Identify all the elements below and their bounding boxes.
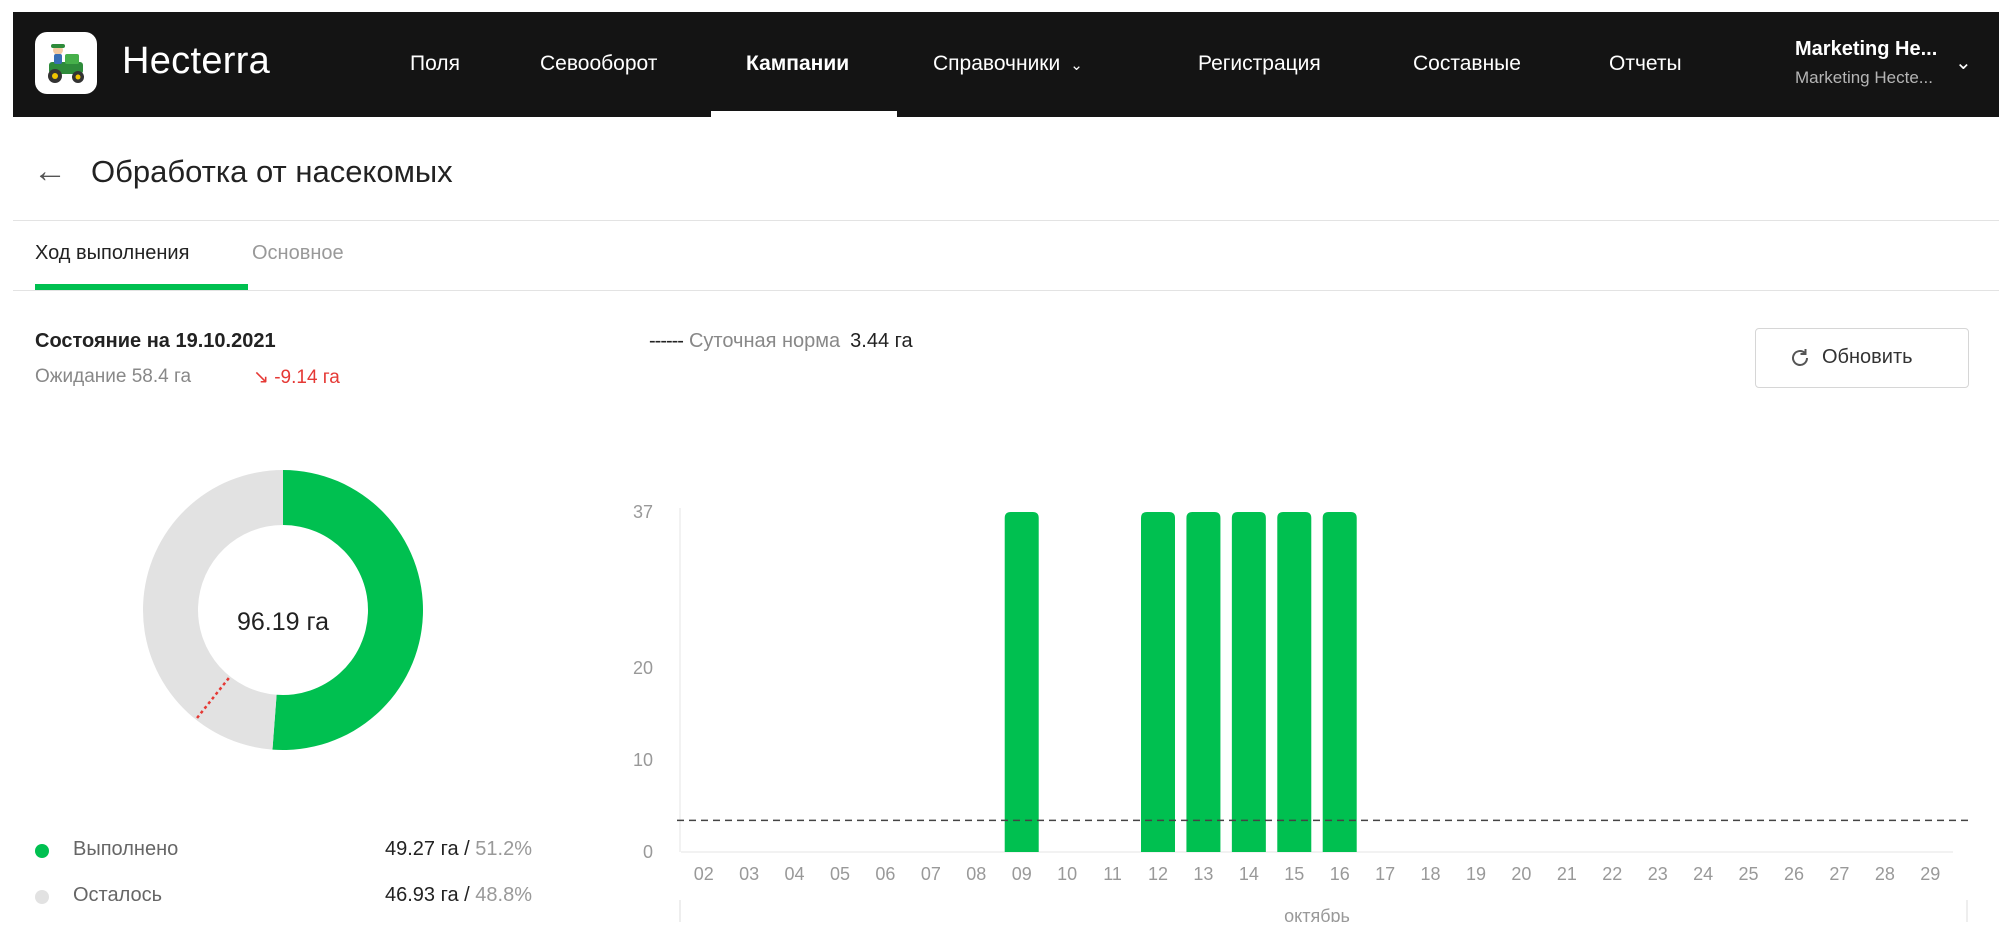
nav-references[interactable]: Справочники ⌄ xyxy=(933,52,1083,76)
nav-reports[interactable]: Отчеты xyxy=(1609,52,1682,76)
legend-label-done: Выполнено xyxy=(73,838,179,860)
x-tick-label: 03 xyxy=(739,864,759,884)
legend-area-done: 49.27 га xyxy=(385,838,459,860)
nav-fields[interactable]: Поля xyxy=(410,52,460,76)
y-tick-label: 10 xyxy=(633,750,653,770)
nav-composite[interactable]: Составные xyxy=(1413,52,1521,76)
daily-norm-legend: ------ Суточная норма 3.44 га xyxy=(649,330,913,353)
x-tick-label: 17 xyxy=(1375,864,1395,884)
y-tick-label: 37 xyxy=(633,502,653,522)
expected-area: Ожидание 58.4 га xyxy=(35,366,192,387)
legend-value-remaining: 46.93 га / 48.8% xyxy=(385,884,532,906)
chevron-down-icon: ⌄ xyxy=(1070,57,1083,74)
x-tick-label: 15 xyxy=(1284,864,1304,884)
legend-row-done: Выполнено 49.27 га / 51.2% xyxy=(35,838,555,866)
y-tick-label: 0 xyxy=(643,842,653,862)
x-tick-label: 04 xyxy=(785,864,805,884)
nav-crop-rotation[interactable]: Севооборот xyxy=(540,52,657,76)
user-organization[interactable]: Marketing Hecte... xyxy=(1795,68,1933,88)
x-tick-label: 05 xyxy=(830,864,850,884)
x-tick-label: 29 xyxy=(1920,864,1940,884)
refresh-button[interactable]: Обновить xyxy=(1755,328,1969,388)
divider xyxy=(13,290,1999,291)
daily-norm-value: 3.44 га xyxy=(850,330,913,352)
x-tick-label: 24 xyxy=(1693,864,1713,884)
legend-area-remaining: 46.93 га xyxy=(385,884,459,906)
deviation: ↘ -9.14 га xyxy=(253,366,340,389)
refresh-label: Обновить xyxy=(1822,346,1913,368)
legend-pct-done: 51.2% xyxy=(475,838,532,860)
bar-09[interactable] xyxy=(1004,512,1039,852)
x-tick-label: 07 xyxy=(921,864,941,884)
x-tick-label: 21 xyxy=(1557,864,1577,884)
bar-16[interactable] xyxy=(1322,512,1357,852)
x-tick-label: 10 xyxy=(1057,864,1077,884)
x-tick-label: 23 xyxy=(1648,864,1668,884)
x-tick-label: 08 xyxy=(966,864,986,884)
state-date-heading: Состояние на 19.10.2021 xyxy=(35,330,276,352)
x-tick-label: 28 xyxy=(1875,864,1895,884)
bar-13[interactable] xyxy=(1186,512,1221,852)
bar-15[interactable] xyxy=(1277,512,1312,852)
back-arrow-icon[interactable]: ← xyxy=(33,152,67,191)
daily-progress-bar-chart: 0 10 20 37 02 03 04 05 06 07 08 09 10 11 12 13 14 15 16 17 1… xyxy=(633,502,1969,922)
tab-progress[interactable]: Ход выполнения xyxy=(35,242,189,265)
tab-general[interactable]: Основное xyxy=(252,242,344,265)
nav-references-label: Справочники xyxy=(933,52,1061,75)
divider xyxy=(13,220,1999,221)
x-tick-label: 20 xyxy=(1511,864,1531,884)
refresh-icon xyxy=(1792,349,1808,366)
hecterra-logo-icon[interactable] xyxy=(35,32,97,94)
x-tick-label: 19 xyxy=(1466,864,1486,884)
nav-registration[interactable]: Регистрация xyxy=(1198,52,1321,76)
x-tick-label: 09 xyxy=(1012,864,1032,884)
user-name[interactable]: Marketing He... xyxy=(1795,38,1937,61)
nav-campaigns[interactable]: Кампании xyxy=(746,52,849,76)
x-tick-label: 25 xyxy=(1739,864,1759,884)
bar-14[interactable] xyxy=(1231,512,1266,852)
nav-active-indicator xyxy=(711,111,897,117)
legend-label-remaining: Осталось xyxy=(73,884,163,906)
x-tick-label: 18 xyxy=(1421,864,1441,884)
deviation-value: -9.14 га xyxy=(274,367,340,388)
y-tick-label: 20 xyxy=(633,658,653,678)
daily-norm-label: Суточная норма xyxy=(688,330,841,352)
top-navigation: Hecterra Поля Севооборот Кампании Справо… xyxy=(13,12,1999,117)
x-tick-label: 11 xyxy=(1103,864,1122,884)
x-tick-label: 06 xyxy=(875,864,895,884)
month-label: октябрь xyxy=(1284,906,1350,922)
legend-pct-remaining: 48.8% xyxy=(475,884,532,906)
page-title: Обработка от насекомых xyxy=(91,154,453,189)
x-tick-label: 16 xyxy=(1330,864,1350,884)
x-tick-label: 14 xyxy=(1239,864,1259,884)
brand-name[interactable]: Hecterra xyxy=(122,40,270,83)
legend-dot-remaining xyxy=(35,890,49,904)
x-tick-label: 12 xyxy=(1148,864,1168,884)
dashed-line-icon: ------ xyxy=(649,330,684,352)
x-tick-label: 13 xyxy=(1193,864,1213,884)
bar-12[interactable] xyxy=(1141,512,1175,852)
trend-down-icon: ↘ xyxy=(253,367,269,388)
app-window: Hecterra Поля Севооборот Кампании Справо… xyxy=(13,12,1999,934)
legend-value-done: 49.27 га / 51.2% xyxy=(385,838,532,860)
x-tick-label: 27 xyxy=(1829,864,1849,884)
donut-total-area: 96.19 га xyxy=(237,608,329,636)
x-tick-label: 22 xyxy=(1602,864,1622,884)
legend-dot-done xyxy=(35,844,49,858)
x-tick-label: 02 xyxy=(694,864,714,884)
x-tick-label: 26 xyxy=(1784,864,1804,884)
user-menu-chevron-icon[interactable]: ⌄ xyxy=(1955,50,1972,75)
legend-row-remaining: Осталось 46.93 га / 48.8% xyxy=(35,884,555,912)
